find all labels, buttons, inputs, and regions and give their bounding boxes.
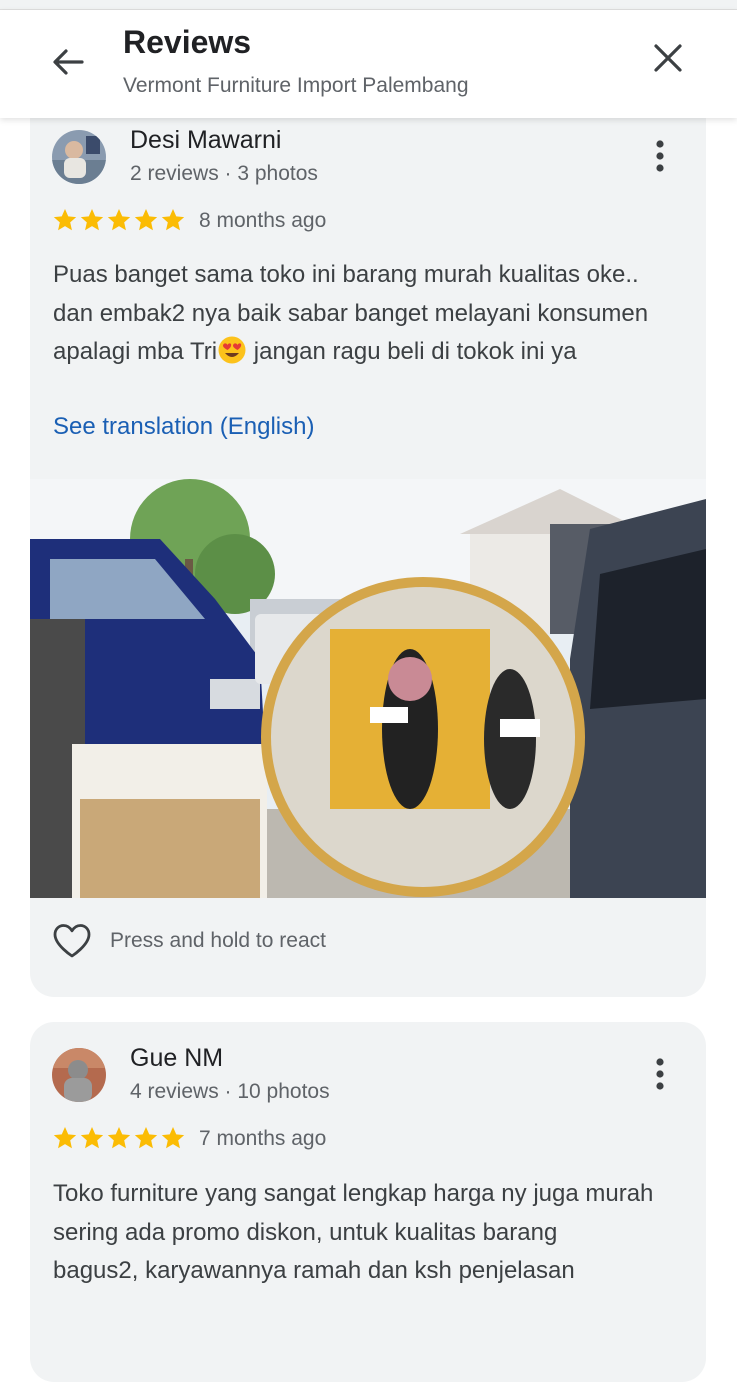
star-icon — [80, 1126, 104, 1149]
star-icon — [107, 1126, 131, 1149]
more-vert-icon — [656, 1058, 664, 1090]
review-time: 7 months ago — [199, 1127, 327, 1150]
more-options-button[interactable] — [646, 136, 674, 176]
see-translation-link[interactable]: See translation (English) — [53, 413, 314, 441]
review-text: Puas banget sama toko ini barang murah k… — [53, 256, 673, 372]
star-icon — [107, 208, 131, 231]
avatar[interactable] — [52, 130, 106, 184]
more-vert-icon — [656, 140, 664, 172]
app-header: Reviews Vermont Furniture Import Palemba… — [0, 10, 737, 118]
star-icon — [53, 1126, 77, 1149]
review-text-part-2: jangan ragu beli di tokok ini ya — [247, 338, 577, 365]
business-name: Vermont Furniture Import Palembang — [123, 74, 469, 97]
reviewer-name[interactable]: Gue NM — [130, 1044, 223, 1073]
close-icon — [654, 44, 682, 72]
star-icon — [161, 208, 185, 231]
review-photo[interactable] — [30, 479, 706, 898]
reviewer-meta: 2 reviews · 3 photos — [130, 162, 318, 185]
react-button[interactable]: Press and hold to react — [52, 923, 326, 959]
heart-outline-icon — [53, 924, 91, 958]
avatar-image — [52, 1048, 106, 1102]
star-icon — [80, 208, 104, 231]
more-options-button[interactable] — [646, 1054, 674, 1094]
page-title: Reviews — [123, 24, 252, 60]
star-rating — [52, 1125, 186, 1151]
review-photo-image — [30, 479, 706, 898]
star-icon — [53, 208, 77, 231]
review-card: Desi Mawarni 2 reviews · 3 photos 8 mont… — [30, 96, 706, 997]
star-icon — [134, 208, 158, 231]
star-rating — [52, 207, 186, 233]
close-button[interactable] — [648, 38, 688, 78]
react-label: Press and hold to react — [110, 929, 326, 952]
review-time: 8 months ago — [199, 209, 327, 232]
review-card: Gue NM 4 reviews · 10 photos 7 months ag… — [30, 1022, 706, 1382]
avatar[interactable] — [52, 1048, 106, 1102]
avatar-image — [52, 130, 106, 184]
reviewer-name[interactable]: Desi Mawarni — [130, 126, 281, 155]
star-icon — [134, 1126, 158, 1149]
heart-eyes-emoji-icon — [218, 336, 246, 364]
reviewer-meta: 4 reviews · 10 photos — [130, 1080, 330, 1103]
review-text: Toko furniture yang sangat lengkap harga… — [53, 1180, 654, 1284]
back-button[interactable] — [48, 42, 88, 82]
arrow-left-icon — [53, 49, 84, 75]
status-strip — [0, 0, 737, 10]
star-icon — [161, 1126, 185, 1149]
